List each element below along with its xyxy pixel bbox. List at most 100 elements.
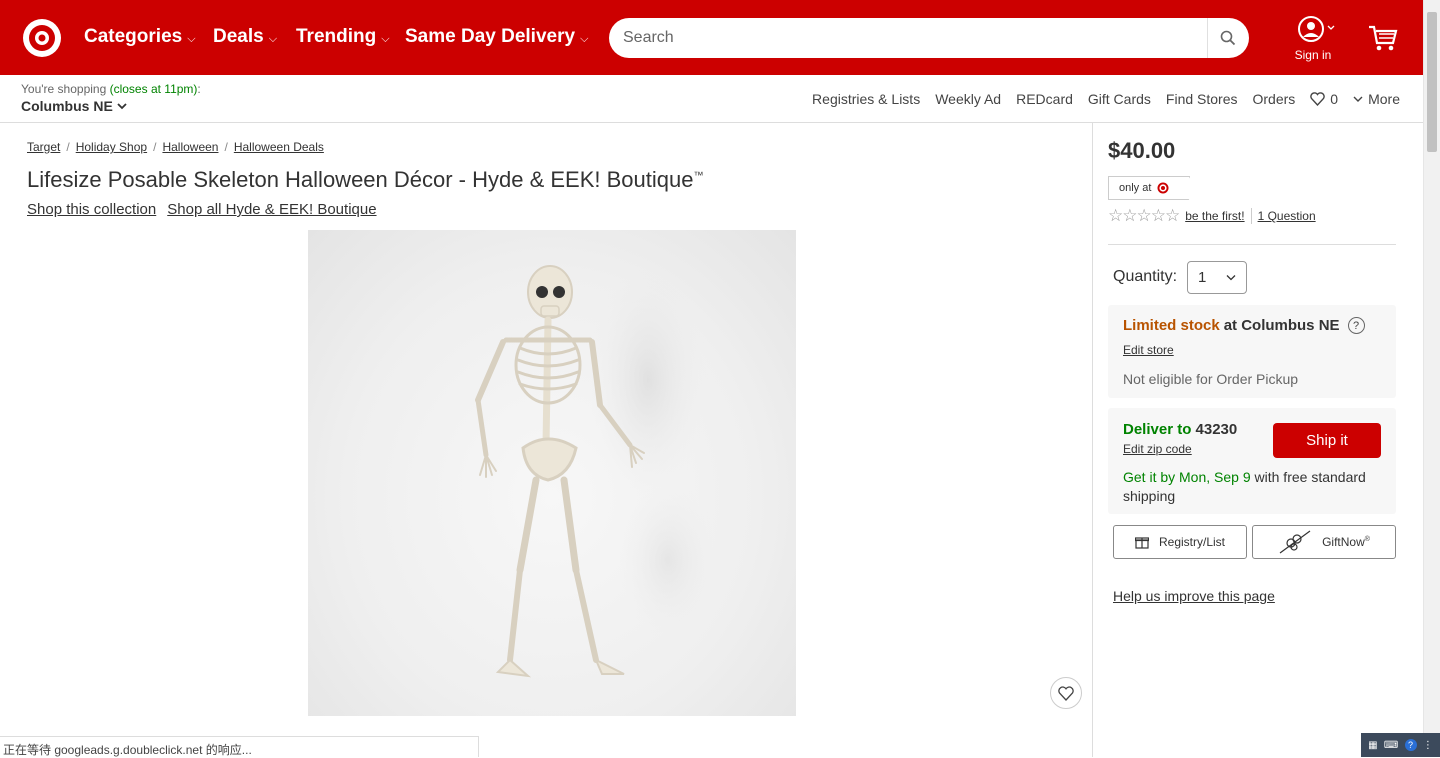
heart-icon — [1310, 92, 1326, 106]
column-divider — [1092, 123, 1093, 757]
more-label: More — [1368, 91, 1400, 107]
shopping-colon: : — [197, 82, 201, 96]
search-icon[interactable] — [1220, 30, 1236, 46]
quantity-value: 1 — [1198, 269, 1207, 286]
deliver-to: Deliver to 43230 — [1123, 421, 1237, 438]
shipping-estimate: Get it by Mon, Sep 9 with free standard … — [1123, 468, 1383, 506]
registry-list-button[interactable]: Registry/List — [1113, 525, 1247, 559]
top-header: Categories ⌵ Deals ⌵ Trending ⌵ Same Day… — [0, 0, 1423, 75]
chevron-down-icon — [1226, 275, 1236, 281]
sub-header: You're shopping (closes at 11pm): Columb… — [0, 75, 1423, 123]
link-orders[interactable]: Orders — [1253, 91, 1296, 107]
nav-categories[interactable]: Categories ⌵ — [84, 26, 196, 48]
favorites-link[interactable]: 0 — [1310, 91, 1338, 107]
nav-categories-label: Categories — [84, 26, 183, 47]
product-price: $40.00 — [1108, 138, 1176, 163]
registry-list-label: Registry/List — [1158, 535, 1226, 549]
search-input[interactable] — [623, 18, 1203, 58]
account-icon — [1298, 16, 1335, 42]
giftnow-label: GiftNow® — [1322, 535, 1370, 549]
store-hours: (closes at 11pm) — [109, 82, 198, 96]
ship-it-button[interactable]: Ship it — [1273, 423, 1381, 458]
search-divider — [1207, 18, 1208, 58]
chevron-down-icon: ⌵ — [381, 32, 390, 45]
link-weekly-ad[interactable]: Weekly Ad — [935, 91, 1001, 107]
shop-brand-link[interactable]: Shop all Hyde & EEK! Boutique — [167, 201, 376, 218]
breadcrumb-target[interactable]: Target — [27, 140, 60, 154]
nav-trending-label: Trending — [296, 26, 377, 47]
shopping-prefix: You're shopping — [21, 82, 110, 96]
chevron-down-icon: ⌵ — [268, 32, 278, 45]
heart-icon — [1058, 685, 1074, 701]
stock-location: at Columbus NE — [1223, 317, 1340, 334]
edit-store-link[interactable]: Edit store — [1123, 343, 1174, 357]
rating-row: ☆☆☆☆☆ be the first! 1 Question — [1108, 206, 1316, 226]
search-bar — [609, 18, 1249, 58]
be-first-review-link[interactable]: be the first! — [1185, 209, 1244, 223]
nav-deals-label: Deals — [213, 26, 264, 47]
nav-same-day-delivery[interactable]: Same Day Delivery ⌵ — [405, 26, 588, 48]
favorites-count: 0 — [1330, 91, 1339, 107]
quantity-select[interactable]: 1 — [1187, 261, 1247, 294]
rating-divider — [1250, 208, 1252, 224]
link-redcard[interactable]: REDcard — [1016, 91, 1073, 107]
registered-mark: ® — [1364, 536, 1370, 543]
shop-collection-link[interactable]: Shop this collection — [27, 201, 156, 218]
breadcrumb-halloween-deals[interactable]: Halloween Deals — [234, 140, 324, 154]
breadcrumb-halloween[interactable]: Halloween — [162, 140, 218, 154]
breadcrumb-separator: / — [153, 140, 157, 154]
ime-toolbar[interactable]: ▦ ⌨ ? ⋮ — [1361, 733, 1440, 757]
target-logo-icon[interactable] — [22, 18, 62, 58]
shipping-box: Deliver to 43230 Edit zip code Ship it G… — [1108, 408, 1396, 514]
help-icon[interactable]: ? — [1347, 317, 1365, 334]
pickup-note: Not eligible for Order Pickup — [1123, 371, 1299, 387]
star-rating-icon: ☆☆☆☆☆ — [1108, 206, 1180, 225]
giftnow-button[interactable]: GiftNow® — [1252, 525, 1396, 559]
ship-date: Get it by Mon, Sep 9 — [1123, 469, 1251, 485]
chevron-down-icon: ⌵ — [187, 32, 196, 45]
limited-stock-label: Limited stock — [1123, 317, 1220, 334]
feedback-link[interactable]: Help us improve this page — [1113, 588, 1275, 604]
link-registries-lists[interactable]: Registries & Lists — [812, 91, 920, 107]
breadcrumb-separator: / — [66, 140, 70, 154]
giftnow-text: GiftNow — [1322, 535, 1365, 549]
page-scrollbar[interactable] — [1423, 0, 1440, 757]
menu-icon[interactable]: ⋮ — [1423, 740, 1433, 751]
nav-trending[interactable]: Trending ⌵ — [296, 26, 390, 48]
target-bullseye-icon — [1157, 182, 1169, 194]
deliver-label: Deliver to — [1123, 421, 1192, 438]
cart-icon[interactable] — [1368, 24, 1398, 52]
chevron-down-icon — [1353, 96, 1363, 102]
sign-in-button[interactable]: Sign in — [1288, 16, 1338, 62]
breadcrumb-holiday-shop[interactable]: Holiday Shop — [76, 140, 147, 154]
quantity-label: Quantity: — [1113, 268, 1178, 285]
zip-code: 43230 — [1195, 421, 1238, 438]
chevron-down-icon: ⌵ — [580, 32, 589, 45]
scrollbar-thumb[interactable] — [1427, 12, 1437, 152]
nav-same-day-delivery-label: Same Day Delivery — [405, 26, 576, 47]
product-title: Lifesize Posable Skeleton Halloween Déco… — [27, 167, 703, 193]
link-find-stores[interactable]: Find Stores — [1166, 91, 1238, 107]
nav-deals[interactable]: Deals ⌵ — [213, 26, 277, 48]
more-menu[interactable]: More — [1353, 91, 1400, 107]
link-gift-cards[interactable]: Gift Cards — [1088, 91, 1151, 107]
only-at-label: only at — [1119, 182, 1152, 194]
store-availability-box: Limited stock at Columbus NE ? Edit stor… — [1108, 305, 1396, 398]
store-selector[interactable]: Columbus NE — [21, 98, 127, 114]
trademark-mark: ™ — [693, 170, 704, 182]
browser-status-bar: 正在等待 googleads.g.doubleclick.net 的响应... — [0, 736, 479, 757]
favorite-button[interactable] — [1050, 677, 1082, 709]
help-icon[interactable]: ? — [1404, 739, 1417, 751]
giftnow-icon — [1279, 530, 1311, 554]
gift-icon — [1134, 537, 1149, 549]
grid-icon[interactable]: ▦ — [1368, 740, 1377, 751]
skeleton-image — [475, 260, 718, 678]
store-name: Columbus NE — [21, 98, 113, 114]
questions-link[interactable]: 1 Question — [1258, 209, 1316, 223]
product-image[interactable] — [308, 230, 796, 716]
sign-in-label: Sign in — [1294, 48, 1332, 62]
only-at-badge: only at — [1108, 176, 1191, 201]
edit-zip-link[interactable]: Edit zip code — [1123, 442, 1192, 456]
breadcrumb-separator: / — [224, 140, 228, 154]
keyboard-icon[interactable]: ⌨ — [1384, 740, 1398, 751]
